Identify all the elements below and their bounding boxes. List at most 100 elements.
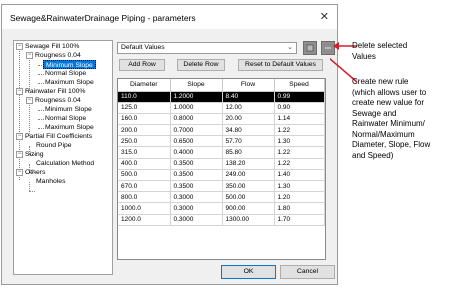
tree-item-calculation-method[interactable]: Calculation Method [36, 159, 94, 168]
table-row[interactable]: 1000.0 0.3000 900.00 1.80 [118, 202, 325, 215]
table-cell[interactable]: 1.40 [274, 169, 325, 182]
table-cell[interactable]: 110.0 [118, 91, 171, 103]
new-rule-button[interactable] [303, 41, 317, 55]
column-header-flow[interactable]: Flow [222, 79, 275, 92]
table-cell[interactable]: 0.3500 [170, 169, 223, 182]
table-cell[interactable]: 315.0 [118, 146, 171, 159]
expand-icon[interactable]: − [16, 88, 23, 95]
table-row[interactable]: 160.0 0.8000 20.00 1.14 [118, 113, 325, 126]
table-cell[interactable]: 20.00 [222, 113, 275, 126]
table-cell[interactable]: 1.22 [274, 146, 325, 159]
tree-item-sewage-fill[interactable]: Sewage Fill 100% [25, 42, 79, 51]
table-cell[interactable]: 250.0 [118, 135, 171, 148]
table-row[interactable]: 670.0 0.3500 350.00 1.30 [118, 180, 325, 193]
table-cell[interactable]: 200.0 [118, 124, 171, 137]
table-cell[interactable]: 400.0 [118, 158, 171, 170]
table-row[interactable]: 125.0 1.0000 12.00 0.90 [118, 102, 325, 114]
table-cell[interactable]: 160.0 [118, 113, 171, 126]
table-cell[interactable]: 1.20 [274, 191, 325, 204]
tree-item-rainwater-normal-slope[interactable]: Normal Slope [45, 114, 86, 123]
values-table[interactable]: Diameter Slope Flow Speed 110.0 1.2000 8.4… [117, 78, 326, 260]
table-cell[interactable]: 0.3500 [170, 158, 223, 170]
chevron-down-icon: ⌄ [287, 44, 293, 51]
table-cell[interactable]: 8.40 [222, 91, 275, 103]
add-row-button[interactable]: Add Row [119, 59, 165, 71]
delete-row-button[interactable]: Delete Row [177, 59, 225, 71]
table-cell[interactable]: 12.00 [222, 102, 275, 114]
column-header-slope[interactable]: Slope [170, 79, 223, 92]
table-cell[interactable]: 0.4000 [170, 146, 223, 159]
tree-item-sizing[interactable]: Sizing [25, 150, 44, 159]
tree-item-sewage-minimum-slope[interactable]: Minimum Slope [43, 60, 96, 69]
table-cell[interactable]: 138.20 [222, 158, 275, 170]
tree-item-rainwater-fill[interactable]: Rainwater Fill 100% [25, 87, 85, 96]
table-cell[interactable]: 1.30 [274, 180, 325, 193]
table-cell[interactable]: 0.8000 [170, 113, 223, 126]
cancel-button[interactable]: Cancel [280, 265, 335, 279]
table-cell[interactable]: 34.80 [222, 124, 275, 137]
table-row[interactable]: 315.0 0.4000 85.80 1.22 [118, 146, 325, 159]
table-row[interactable]: 250.0 0.6500 57.70 1.30 [118, 135, 325, 148]
table-cell[interactable]: 85.80 [222, 146, 275, 159]
table-cell[interactable]: 0.3000 [170, 191, 223, 204]
expand-icon[interactable]: − [16, 151, 23, 158]
table-cell[interactable]: 125.0 [118, 102, 171, 114]
tree-item-round-pipe[interactable]: Round Pipe [36, 141, 72, 150]
tree-item-others[interactable]: Others [25, 168, 45, 177]
tree-item-partial-fill-coefficients[interactable]: Partial Fill Coefficients [25, 132, 92, 141]
tree-item-rainwater-rougness[interactable]: Rougness 0.04 [35, 96, 81, 105]
values-set-dropdown[interactable]: Default Values ⌄ [117, 42, 297, 54]
ok-button[interactable]: OK [221, 265, 276, 279]
table-cell[interactable]: 1.14 [274, 113, 325, 126]
table-cell[interactable]: 1.22 [274, 158, 325, 170]
table-cell[interactable]: 1.2000 [170, 91, 223, 103]
table-cell[interactable]: 350.00 [222, 180, 275, 193]
table-cell[interactable]: 0.7000 [170, 124, 223, 137]
tree-item-manholes[interactable]: Manholes [36, 177, 65, 186]
table-cell[interactable]: 0.90 [274, 102, 325, 114]
table-row[interactable]: 500.0 0.3500 249.00 1.40 [118, 169, 325, 182]
tree-item-sewage-rougness[interactable]: Rougness 0.04 [35, 51, 81, 60]
tree-connector [38, 110, 44, 111]
table-cell[interactable]: 500.0 [118, 169, 171, 182]
table-cell[interactable]: 1000.0 [118, 202, 171, 215]
table-cell[interactable]: 57.70 [222, 135, 275, 148]
table-cell[interactable]: 1.80 [274, 202, 325, 215]
table-cell[interactable]: 1200.0 [118, 214, 171, 226]
table-cell[interactable]: 1.70 [274, 214, 325, 226]
expand-icon[interactable]: − [16, 169, 23, 176]
table-row[interactable]: 800.0 0.3000 500.00 1.20 [118, 191, 325, 204]
table-cell[interactable]: 1.22 [274, 124, 325, 137]
table-cell[interactable]: 500.00 [222, 191, 275, 204]
table-row[interactable]: 200.0 0.7000 34.80 1.22 [118, 124, 325, 137]
table-row[interactable]: 1200.0 0.3000 1300.00 1.70 [118, 214, 325, 226]
table-cell[interactable]: 249.00 [222, 169, 275, 182]
table-cell[interactable]: 1.0000 [170, 102, 223, 114]
reset-default-button[interactable]: Reset to Default Values [238, 59, 323, 71]
expand-icon[interactable]: − [16, 43, 23, 50]
table-row[interactable]: 400.0 0.3500 138.20 1.22 [118, 158, 325, 170]
column-header-speed[interactable]: Speed [274, 79, 325, 92]
column-header-diameter[interactable]: Diameter [118, 79, 171, 92]
tree-item-rainwater-maximum-slope[interactable]: Maximum Slope [45, 123, 94, 132]
tree-item-rainwater-minimum-slope[interactable]: Minimum Slope [45, 105, 92, 114]
expand-icon[interactable]: − [26, 52, 33, 59]
table-row[interactable]: 110.0 1.2000 8.40 0.99 [118, 91, 325, 103]
table-cell[interactable]: 1300.00 [222, 214, 275, 226]
expand-icon[interactable]: − [26, 97, 33, 104]
table-cell[interactable]: 0.6500 [170, 135, 223, 148]
tree-item-sewage-maximum-slope[interactable]: Maximum Slope [45, 78, 94, 87]
table-cell[interactable]: 0.3000 [170, 202, 223, 215]
parameters-tree[interactable]: − Sewage Fill 100% − Rougness 0.04 Minim… [13, 40, 113, 275]
annotation-new-rule-text: Create new rule (which allows user to cr… [352, 77, 431, 160]
tree-item-sewage-normal-slope[interactable]: Normal Slope [45, 69, 86, 78]
expand-icon[interactable]: − [16, 133, 23, 140]
table-cell[interactable]: 0.3000 [170, 214, 223, 226]
table-cell[interactable]: 900.00 [222, 202, 275, 215]
table-cell[interactable]: 1.30 [274, 135, 325, 148]
table-cell[interactable]: 0.3500 [170, 180, 223, 193]
table-cell[interactable]: 0.99 [274, 91, 325, 103]
table-cell[interactable]: 670.0 [118, 180, 171, 193]
close-icon[interactable]: ✕ [320, 10, 329, 23]
table-cell[interactable]: 800.0 [118, 191, 171, 204]
